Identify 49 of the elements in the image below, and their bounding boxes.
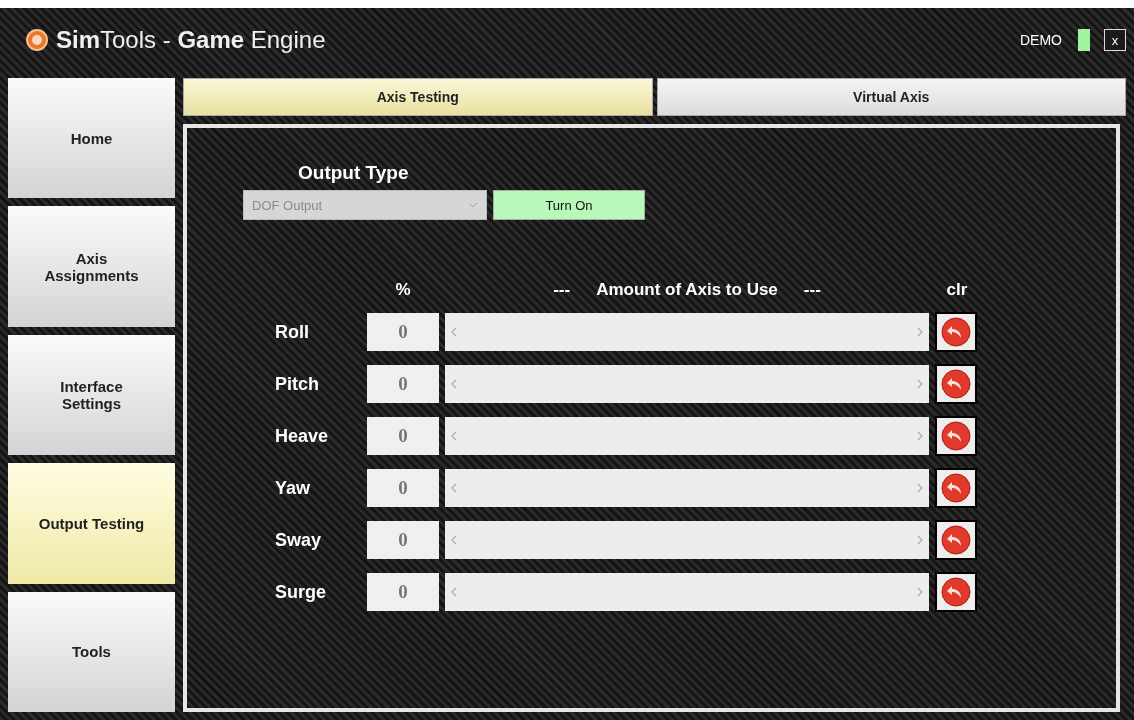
demo-label: DEMO bbox=[1020, 32, 1062, 48]
axis-label: Pitch bbox=[274, 373, 320, 395]
clear-button[interactable] bbox=[935, 416, 977, 456]
sidebar-item[interactable]: Home bbox=[8, 78, 175, 199]
percent-header: % bbox=[394, 280, 412, 300]
axis-label: Heave bbox=[274, 425, 330, 447]
undo-icon bbox=[941, 317, 971, 347]
axis-label: Surge bbox=[274, 581, 327, 603]
tab[interactable]: Axis Testing bbox=[183, 78, 653, 116]
clear-button[interactable] bbox=[935, 572, 977, 612]
amount-header: Amount of Axis to Use bbox=[596, 280, 778, 300]
sidebar-item[interactable]: Axis Assignments bbox=[8, 206, 175, 327]
percent-field[interactable]: 0 bbox=[367, 469, 439, 507]
axis-slider[interactable] bbox=[445, 417, 929, 455]
undo-icon bbox=[941, 473, 971, 503]
clear-button[interactable] bbox=[935, 520, 977, 560]
undo-icon bbox=[941, 369, 971, 399]
status-indicator bbox=[1078, 29, 1090, 51]
undo-icon bbox=[941, 421, 971, 451]
tab[interactable]: Virtual Axis bbox=[656, 78, 1126, 116]
close-button[interactable]: x bbox=[1104, 29, 1126, 51]
axis-slider[interactable] bbox=[445, 313, 929, 351]
logo-icon bbox=[26, 29, 48, 51]
axis-label: Yaw bbox=[274, 477, 312, 499]
dropdown-caret-icon bbox=[468, 202, 478, 208]
sidebar-item[interactable]: Interface Settings bbox=[8, 334, 175, 456]
axis-label: Roll bbox=[274, 321, 310, 343]
percent-field[interactable]: 0 bbox=[367, 313, 439, 351]
axis-slider[interactable] bbox=[445, 521, 929, 559]
percent-field[interactable]: 0 bbox=[367, 417, 439, 455]
dash-mark: --- bbox=[803, 280, 821, 300]
window-title: SimTools - Game Engine bbox=[56, 26, 326, 54]
percent-field[interactable]: 0 bbox=[367, 521, 439, 559]
axis-label: Sway bbox=[274, 529, 323, 551]
clear-button[interactable] bbox=[935, 312, 977, 352]
sidebar-item[interactable]: Tools bbox=[8, 591, 175, 713]
undo-icon bbox=[941, 525, 971, 555]
undo-icon bbox=[941, 577, 971, 607]
clear-button[interactable] bbox=[935, 468, 977, 508]
percent-field[interactable]: 0 bbox=[367, 573, 439, 611]
percent-field[interactable]: 0 bbox=[367, 365, 439, 403]
clear-button[interactable] bbox=[935, 364, 977, 404]
axis-slider[interactable] bbox=[445, 365, 929, 403]
axis-slider[interactable] bbox=[445, 573, 929, 611]
dash-mark: --- bbox=[553, 280, 571, 300]
clear-header: clr bbox=[945, 280, 969, 300]
axis-slider[interactable] bbox=[445, 469, 929, 507]
output-type-label: Output Type bbox=[298, 162, 410, 184]
sidebar-item[interactable]: Output Testing bbox=[8, 463, 175, 584]
